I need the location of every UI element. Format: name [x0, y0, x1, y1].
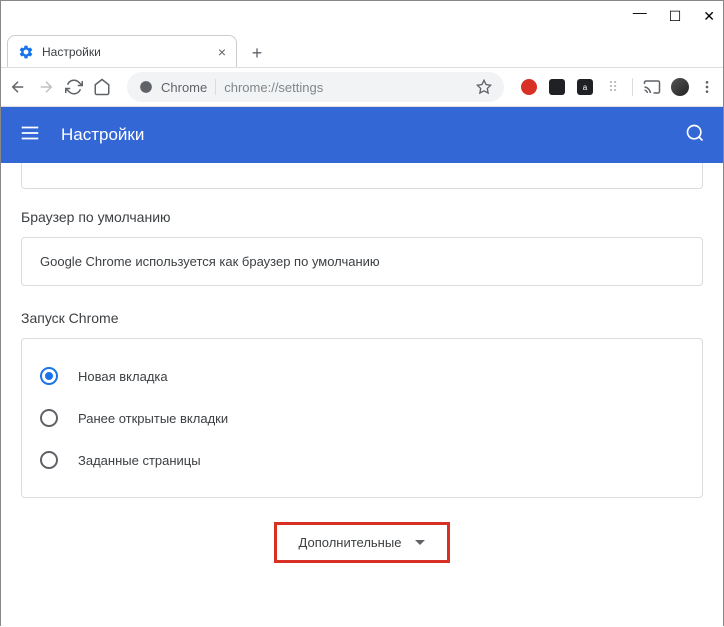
gear-icon: [18, 44, 34, 60]
default-browser-card: Google Chrome используется как браузер п…: [21, 237, 703, 286]
window-minimize-button[interactable]: —: [633, 4, 647, 20]
chevron-down-icon: [415, 540, 425, 545]
radio-label: Ранее открытые вкладки: [78, 411, 228, 426]
window-close-button[interactable]: ✕: [703, 8, 715, 25]
tab-close-icon[interactable]: ×: [218, 44, 226, 60]
chrome-icon: [139, 80, 153, 94]
extension-dark-icon[interactable]: [548, 78, 566, 96]
page-title: Настройки: [61, 125, 665, 145]
radio-icon: [40, 367, 58, 385]
tab-title: Настройки: [42, 45, 210, 59]
bookmark-star-icon[interactable]: [476, 79, 492, 95]
menu-icon[interactable]: [19, 122, 41, 149]
radio-label: Заданные страницы: [78, 453, 201, 468]
extension-badge-icon[interactable]: a: [576, 78, 594, 96]
chrome-menu-button[interactable]: [699, 79, 715, 95]
address-bar[interactable]: Chrome chrome://settings: [127, 72, 504, 102]
reload-button[interactable]: [65, 78, 83, 96]
advanced-label: Дополнительные: [299, 535, 402, 550]
startup-card: Новая вкладка Ранее открытые вкладки Зад…: [21, 338, 703, 498]
section-default-browser-title: Браузер по умолчанию: [21, 209, 703, 225]
default-browser-text: Google Chrome используется как браузер п…: [40, 254, 684, 269]
section-startup-title: Запуск Chrome: [21, 310, 703, 326]
url-host: Chrome: [161, 80, 207, 95]
settings-app-bar: Настройки: [1, 107, 723, 163]
forward-button[interactable]: [37, 78, 55, 96]
settings-content: Браузер по умолчанию Google Chrome испол…: [1, 163, 723, 627]
previous-card-edge: [21, 163, 703, 189]
search-icon[interactable]: [685, 123, 705, 148]
extension-icons: a ⠿: [520, 78, 715, 96]
radio-icon: [40, 409, 58, 427]
url-path: chrome://settings: [224, 80, 468, 95]
startup-option-specific[interactable]: Заданные страницы: [40, 439, 684, 481]
advanced-section: Дополнительные: [21, 522, 703, 563]
cast-icon[interactable]: [643, 78, 661, 96]
profile-avatar[interactable]: [671, 78, 689, 96]
extension-adblock-icon[interactable]: [520, 78, 538, 96]
toolbar-divider: [632, 78, 633, 96]
url-separator: [215, 79, 216, 95]
advanced-toggle-button[interactable]: Дополнительные: [274, 522, 451, 563]
new-tab-button[interactable]: +: [243, 39, 271, 67]
browser-toolbar: Chrome chrome://settings a ⠿: [1, 67, 723, 107]
extension-paw-icon[interactable]: ⠿: [604, 78, 622, 96]
radio-label: Новая вкладка: [78, 369, 168, 384]
startup-option-new-tab[interactable]: Новая вкладка: [40, 355, 684, 397]
window-controls: — ☐ ✕: [1, 1, 723, 31]
tab-strip: Настройки × +: [1, 31, 723, 67]
radio-icon: [40, 451, 58, 469]
back-button[interactable]: [9, 78, 27, 96]
home-button[interactable]: [93, 78, 111, 96]
startup-option-continue[interactable]: Ранее открытые вкладки: [40, 397, 684, 439]
window-maximize-button[interactable]: ☐: [669, 8, 682, 25]
browser-tab[interactable]: Настройки ×: [7, 35, 237, 67]
